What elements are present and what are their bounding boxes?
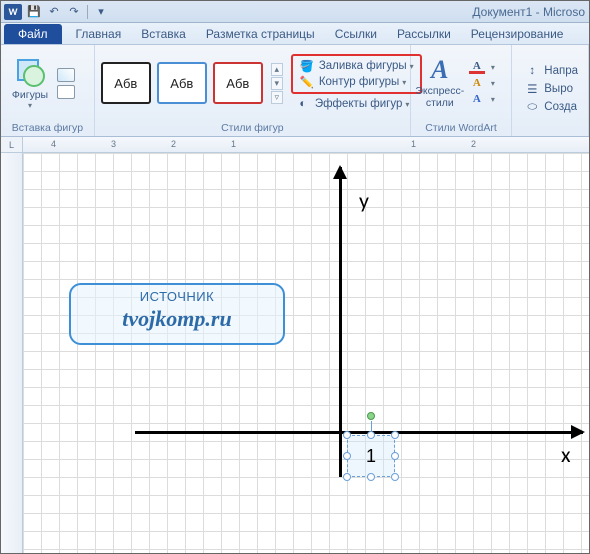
ruler-tick: 4 — [51, 139, 56, 149]
ruler-corner[interactable]: L — [1, 137, 23, 153]
group-label-text — [512, 133, 588, 136]
title-bar: W 💾 ↶ ↷ ▾ Документ1 - Microso — [1, 1, 589, 23]
qat-customize-button[interactable]: ▾ — [92, 3, 110, 21]
link-icon: ⬭ — [524, 100, 540, 114]
resize-handle-tr[interactable] — [391, 431, 399, 439]
resize-handle-br[interactable] — [391, 473, 399, 481]
style-sample-3[interactable]: Абв — [213, 62, 263, 104]
text-fill-icon: A — [469, 60, 485, 74]
resize-handle-ml[interactable] — [343, 452, 351, 460]
tab-page-layout[interactable]: Разметка страницы — [196, 24, 325, 44]
express-styles-button[interactable]: А Экспресс- стили — [417, 55, 463, 111]
annotation-highlight: 🪣 Заливка фигуры▾ ✏️ Контур фигуры▾ — [291, 54, 422, 94]
watermark-callout: ИСТОЧНИК tvojkomp.ru — [69, 283, 285, 345]
ruler-tick: 1 — [231, 139, 236, 149]
x-axis-label[interactable]: x — [561, 441, 571, 468]
text-effects-button[interactable]: A▾ — [469, 92, 495, 106]
style-sample-1[interactable]: Абв — [101, 62, 151, 104]
ribbon-tabs: Файл Главная Вставка Разметка страницы С… — [1, 23, 589, 45]
watermark-caption: ИСТОЧНИК — [71, 289, 283, 304]
group-shape-styles: Абв Абв Абв ▴▾▿ 🪣 Заливка фигуры▾ ✏️ Кон… — [95, 45, 411, 136]
shape-edit-column — [57, 68, 75, 99]
shapes-label: Фигуры — [12, 89, 48, 101]
textbox-text: 1 — [366, 446, 376, 467]
window-title: Документ1 - Microso — [472, 5, 585, 19]
tab-home[interactable]: Главная — [66, 24, 132, 44]
ruler-tick: 3 — [111, 139, 116, 149]
direction-label: Напра — [544, 65, 578, 77]
shapes-button[interactable]: Фигуры ▾ — [7, 55, 53, 112]
y-axis-label[interactable]: y — [359, 187, 369, 214]
resize-handle-bl[interactable] — [343, 473, 351, 481]
group-label-styles: Стили фигур — [95, 121, 410, 136]
wordart-icon: А — [431, 57, 448, 83]
shapes-icon — [15, 57, 45, 87]
horizontal-ruler[interactable]: 4 3 2 1 1 2 — [23, 137, 589, 153]
shape-effects-label: Эффекты фигур — [315, 98, 403, 110]
tab-references[interactable]: Ссылки — [325, 24, 387, 44]
align-text-button[interactable]: ☰ Выро — [520, 81, 582, 97]
ruler-tick: 2 — [171, 139, 176, 149]
selected-textbox[interactable]: 1 — [347, 435, 395, 477]
shape-outline-label: Контур фигуры — [319, 76, 399, 88]
group-insert-shapes: Фигуры ▾ Вставка фигур — [1, 45, 95, 136]
outline-icon: ✏️ — [299, 75, 315, 89]
text-outline-icon: A — [469, 76, 485, 90]
redo-button[interactable]: ↷ — [65, 3, 83, 21]
document-canvas[interactable]: y x ИСТОЧНИК tvojkomp.ru 1 — [23, 153, 589, 553]
rotate-handle[interactable] — [367, 412, 375, 420]
effects-icon: ◐ — [295, 97, 311, 111]
text-fill-button[interactable]: A▾ — [469, 60, 495, 74]
shape-fill-button[interactable]: 🪣 Заливка фигуры▾ — [295, 58, 418, 74]
resize-handle-tl[interactable] — [343, 431, 351, 439]
undo-button[interactable]: ↶ — [45, 3, 63, 21]
ruler-tick: 2 — [471, 139, 476, 149]
resize-handle-mr[interactable] — [391, 452, 399, 460]
file-tab[interactable]: Файл — [4, 24, 62, 44]
group-label-insert: Вставка фигур — [1, 121, 94, 136]
x-axis-shape[interactable] — [135, 431, 583, 434]
align-label: Выро — [544, 83, 573, 95]
text-outline-button[interactable]: A▾ — [469, 76, 495, 90]
tab-mailings[interactable]: Рассылки — [387, 24, 461, 44]
ruler-tick: 1 — [411, 139, 416, 149]
fill-icon: 🪣 — [299, 59, 315, 73]
express-styles-label: Экспресс- стили — [415, 85, 464, 109]
save-button[interactable]: 💾 — [25, 3, 43, 21]
group-text-partial: ↕ Напра ☰ Выро ⬭ Созда — [512, 45, 589, 136]
ribbon: Фигуры ▾ Вставка фигур Абв Абв Абв ▴▾▿ 🪣 — [1, 45, 589, 137]
quick-access-toolbar: 💾 ↶ ↷ ▾ — [25, 3, 110, 21]
shape-effects-button[interactable]: ◐ Эффекты фигур▾ — [291, 96, 422, 112]
resize-handle-bm[interactable] — [367, 473, 375, 481]
word-app-icon: W — [4, 4, 22, 20]
style-gallery: Абв Абв Абв ▴▾▿ — [101, 62, 283, 104]
edit-shape-icon[interactable] — [57, 68, 75, 82]
qat-separator — [87, 5, 88, 19]
text-box-icon[interactable] — [57, 85, 75, 99]
style-sample-2[interactable]: Абв — [157, 62, 207, 104]
create-label: Созда — [544, 101, 577, 113]
tab-insert[interactable]: Вставка — [131, 24, 196, 44]
group-label-wordart: Стили WordArt — [411, 121, 511, 136]
style-gallery-scroll[interactable]: ▴▾▿ — [271, 62, 283, 104]
group-wordart-styles: А Экспресс- стили A▾ A▾ A▾ Стили WordArt — [411, 45, 512, 136]
align-icon: ☰ — [524, 82, 540, 96]
create-link-button[interactable]: ⬭ Созда — [520, 99, 582, 115]
tab-review[interactable]: Рецензирование — [461, 24, 574, 44]
direction-icon: ↕ — [524, 64, 540, 78]
shape-fill-label: Заливка фигуры — [319, 60, 407, 72]
watermark-url: tvojkomp.ru — [71, 306, 283, 332]
shape-outline-button[interactable]: ✏️ Контур фигуры▾ — [295, 74, 418, 90]
resize-handle-tm[interactable] — [367, 431, 375, 439]
text-direction-button[interactable]: ↕ Напра — [520, 63, 582, 79]
text-effects-icon: A — [469, 92, 485, 106]
vertical-ruler[interactable] — [1, 153, 23, 553]
wordart-options: A▾ A▾ A▾ — [469, 60, 495, 106]
